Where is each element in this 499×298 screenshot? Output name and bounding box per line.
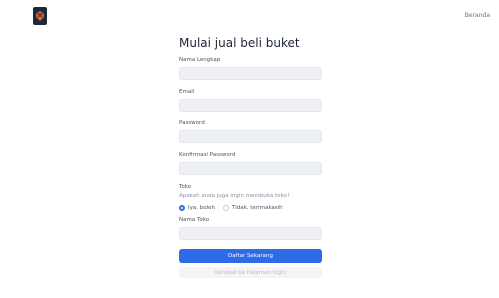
store-logo-icon <box>36 11 44 21</box>
email-label: Email <box>179 89 195 95</box>
radio-yes[interactable]: Iya, boleh <box>179 205 215 211</box>
radio-yes-label: Iya, boleh <box>188 205 215 211</box>
store-question: Apakah anda juga ingin membuka toko? <box>179 193 290 199</box>
store-section-label: Toko <box>179 184 192 190</box>
password-label: Password <box>179 120 205 126</box>
back-to-login-button[interactable]: Kembali ke halaman login <box>179 267 322 278</box>
radio-yes-indicator[interactable] <box>179 205 185 211</box>
confirm-password-label: Konfirmasi Password <box>179 152 236 158</box>
logo[interactable] <box>33 7 47 25</box>
register-form: Mulai jual beli buket Nama Lengkap Email… <box>179 36 322 278</box>
radio-no-label: Tidak, terimakasih <box>232 205 283 211</box>
store-name-field[interactable] <box>179 227 322 240</box>
store-name-label: Nama Toko <box>179 217 210 223</box>
radio-no[interactable]: Tidak, terimakasih <box>223 205 283 211</box>
confirm-password-field[interactable] <box>179 162 322 175</box>
radio-no-indicator[interactable] <box>223 205 229 211</box>
register-button[interactable]: Daftar Sekarang <box>179 249 322 263</box>
email-field[interactable] <box>179 99 322 112</box>
name-label: Nama Lengkap <box>179 57 221 63</box>
password-field[interactable] <box>179 130 322 143</box>
page-title: Mulai jual beli buket <box>179 36 300 50</box>
nav-home-link[interactable]: Beranda <box>465 12 490 19</box>
name-field[interactable] <box>179 67 322 80</box>
